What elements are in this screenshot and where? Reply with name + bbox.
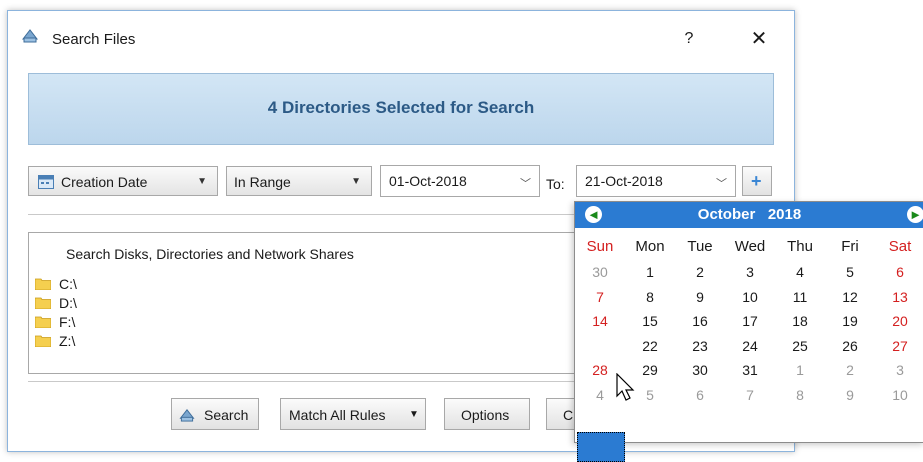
window-title: Search Files bbox=[52, 31, 136, 48]
match-rules-dropdown[interactable]: Match All Rules ▼ bbox=[280, 398, 426, 430]
weekday-header-sun: Sun bbox=[586, 238, 614, 255]
calendar-day[interactable]: 9 bbox=[825, 387, 875, 403]
calendar-day[interactable]: 11 bbox=[775, 289, 825, 305]
list-item-label: Z:\ bbox=[59, 333, 76, 349]
search-button[interactable]: Search bbox=[171, 398, 259, 430]
close-button[interactable]: ✕ bbox=[742, 25, 776, 53]
date-picker-calendar: ◄ October 2018 ► Sun Mon Tue Wed Thu Fri Sat 30… bbox=[574, 201, 923, 462]
field-dropdown-label: Creation Date bbox=[61, 174, 148, 190]
calendar-day[interactable]: 16 bbox=[675, 313, 725, 329]
calendar-day[interactable]: 3 bbox=[725, 264, 775, 280]
calendar-day[interactable]: 9 bbox=[675, 289, 725, 305]
calendar-day[interactable]: 3 bbox=[875, 362, 923, 378]
chevron-down-icon: ▼ bbox=[409, 409, 419, 420]
calendar-icon bbox=[38, 175, 54, 189]
weekday-header-sat: Sat bbox=[888, 238, 912, 255]
help-button[interactable]: ? bbox=[674, 27, 704, 51]
list-header: Search Disks, Directories and Network Sh… bbox=[66, 246, 354, 262]
selection-banner: 4 Directories Selected for Search bbox=[28, 73, 774, 145]
calendar-day[interactable]: 6 bbox=[675, 387, 725, 403]
weekday-header-tue: Tue bbox=[687, 238, 713, 255]
calendar-day[interactable]: 8 bbox=[625, 289, 675, 305]
folder-icon bbox=[35, 278, 51, 290]
calendar-day[interactable]: 23 bbox=[675, 338, 725, 354]
calendar-day[interactable]: 27 bbox=[875, 338, 923, 354]
calendar-day[interactable]: 12 bbox=[825, 289, 875, 305]
search-files-app-icon bbox=[21, 29, 39, 43]
folder-icon bbox=[35, 297, 51, 309]
to-date-picker[interactable]: 21-Oct-2018 ﹀ bbox=[576, 165, 736, 197]
calendar-day[interactable]: 1 bbox=[775, 362, 825, 378]
calendar-month[interactable]: October bbox=[698, 206, 756, 223]
calendar-day[interactable]: 14 bbox=[575, 313, 625, 329]
calendar-day[interactable]: 25 bbox=[775, 338, 825, 354]
mouse-cursor-icon bbox=[616, 373, 635, 401]
weekday-header-fri: Fri bbox=[841, 238, 859, 255]
calendar-day[interactable]: 30 bbox=[675, 362, 725, 378]
plus-icon: + bbox=[751, 171, 762, 191]
field-dropdown[interactable]: Creation Date ▼ bbox=[28, 166, 218, 196]
calendar-day[interactable]: 7 bbox=[725, 387, 775, 403]
close-dialog-button-label: C bbox=[563, 407, 574, 423]
calendar-day[interactable]: 5 bbox=[825, 264, 875, 280]
calendar-day[interactable]: 15 bbox=[625, 313, 675, 329]
calendar-day[interactable]: 7 bbox=[575, 289, 625, 305]
calendar-day[interactable]: 8 bbox=[775, 387, 825, 403]
next-month-arrow-icon[interactable]: ► bbox=[907, 206, 923, 223]
calendar-day[interactable]: 30 bbox=[575, 264, 625, 280]
calendar-day[interactable]: 10 bbox=[875, 387, 923, 403]
calendar-day[interactable]: 6 bbox=[875, 264, 923, 280]
calendar-day[interactable]: 13 bbox=[875, 289, 923, 305]
match-rules-label: Match All Rules bbox=[289, 407, 386, 423]
calendar-year[interactable]: 2018 bbox=[768, 206, 801, 223]
calendar-day[interactable]: 10 bbox=[725, 289, 775, 305]
divider bbox=[28, 381, 588, 382]
search-button-label: Search bbox=[204, 407, 249, 423]
selected-day-highlight bbox=[577, 432, 625, 462]
options-button[interactable]: Options bbox=[444, 398, 530, 430]
to-label: To: bbox=[546, 176, 565, 192]
banner-text: 4 Directories Selected for Search bbox=[267, 98, 535, 117]
calendar-month-year: October 2018 bbox=[575, 206, 923, 223]
divider bbox=[28, 214, 588, 215]
weekday-header-mon: Mon bbox=[635, 238, 665, 255]
from-date-picker[interactable]: 01-Oct-2018 ﹀ bbox=[380, 165, 540, 197]
calendar-day[interactable]: 2 bbox=[675, 264, 725, 280]
calendar-day[interactable]: 1 bbox=[625, 264, 675, 280]
folder-icon bbox=[35, 335, 51, 347]
list-item-label: F:\ bbox=[59, 314, 76, 330]
calendar-day[interactable]: 2 bbox=[825, 362, 875, 378]
weekday-header-thu: Thu bbox=[787, 238, 813, 255]
chevron-down-icon: ▼ bbox=[197, 176, 207, 187]
chevron-down-icon: ▼ bbox=[351, 176, 361, 187]
calendar-day[interactable]: 22 bbox=[625, 338, 675, 354]
condition-dropdown[interactable]: In Range ▼ bbox=[226, 166, 372, 196]
calendar-day[interactable]: 18 bbox=[775, 313, 825, 329]
to-date-value: 21-Oct-2018 bbox=[585, 173, 663, 189]
calendar-day[interactable]: 4 bbox=[775, 264, 825, 280]
list-item-label: C:\ bbox=[59, 276, 77, 292]
calendar-day[interactable]: 21 bbox=[575, 338, 625, 354]
calendar-day[interactable]: 26 bbox=[825, 338, 875, 354]
from-date-value: 01-Oct-2018 bbox=[389, 173, 467, 189]
calendar-day[interactable]: 19 bbox=[825, 313, 875, 329]
title-bar: Search Files ? ✕ bbox=[8, 11, 794, 55]
calendar-day[interactable]: 17 bbox=[725, 313, 775, 329]
chevron-down-icon: ﹀ bbox=[716, 178, 727, 190]
add-rule-button[interactable]: + bbox=[742, 166, 772, 196]
calendar-day[interactable]: 20 bbox=[875, 313, 923, 329]
list-item-label: D:\ bbox=[59, 295, 77, 311]
options-button-label: Options bbox=[461, 407, 510, 423]
search-files-icon bbox=[179, 409, 195, 422]
calendar-header: ◄ October 2018 ► bbox=[575, 202, 923, 228]
calendar-day[interactable]: 24 bbox=[725, 338, 775, 354]
condition-dropdown-label: In Range bbox=[234, 174, 291, 190]
search-locations-list[interactable]: Search Disks, Directories and Network Sh… bbox=[28, 232, 590, 374]
folder-icon bbox=[35, 316, 51, 328]
weekday-header-wed: Wed bbox=[734, 238, 766, 255]
chevron-down-icon: ﹀ bbox=[520, 178, 531, 190]
calendar-day[interactable]: 31 bbox=[725, 362, 775, 378]
